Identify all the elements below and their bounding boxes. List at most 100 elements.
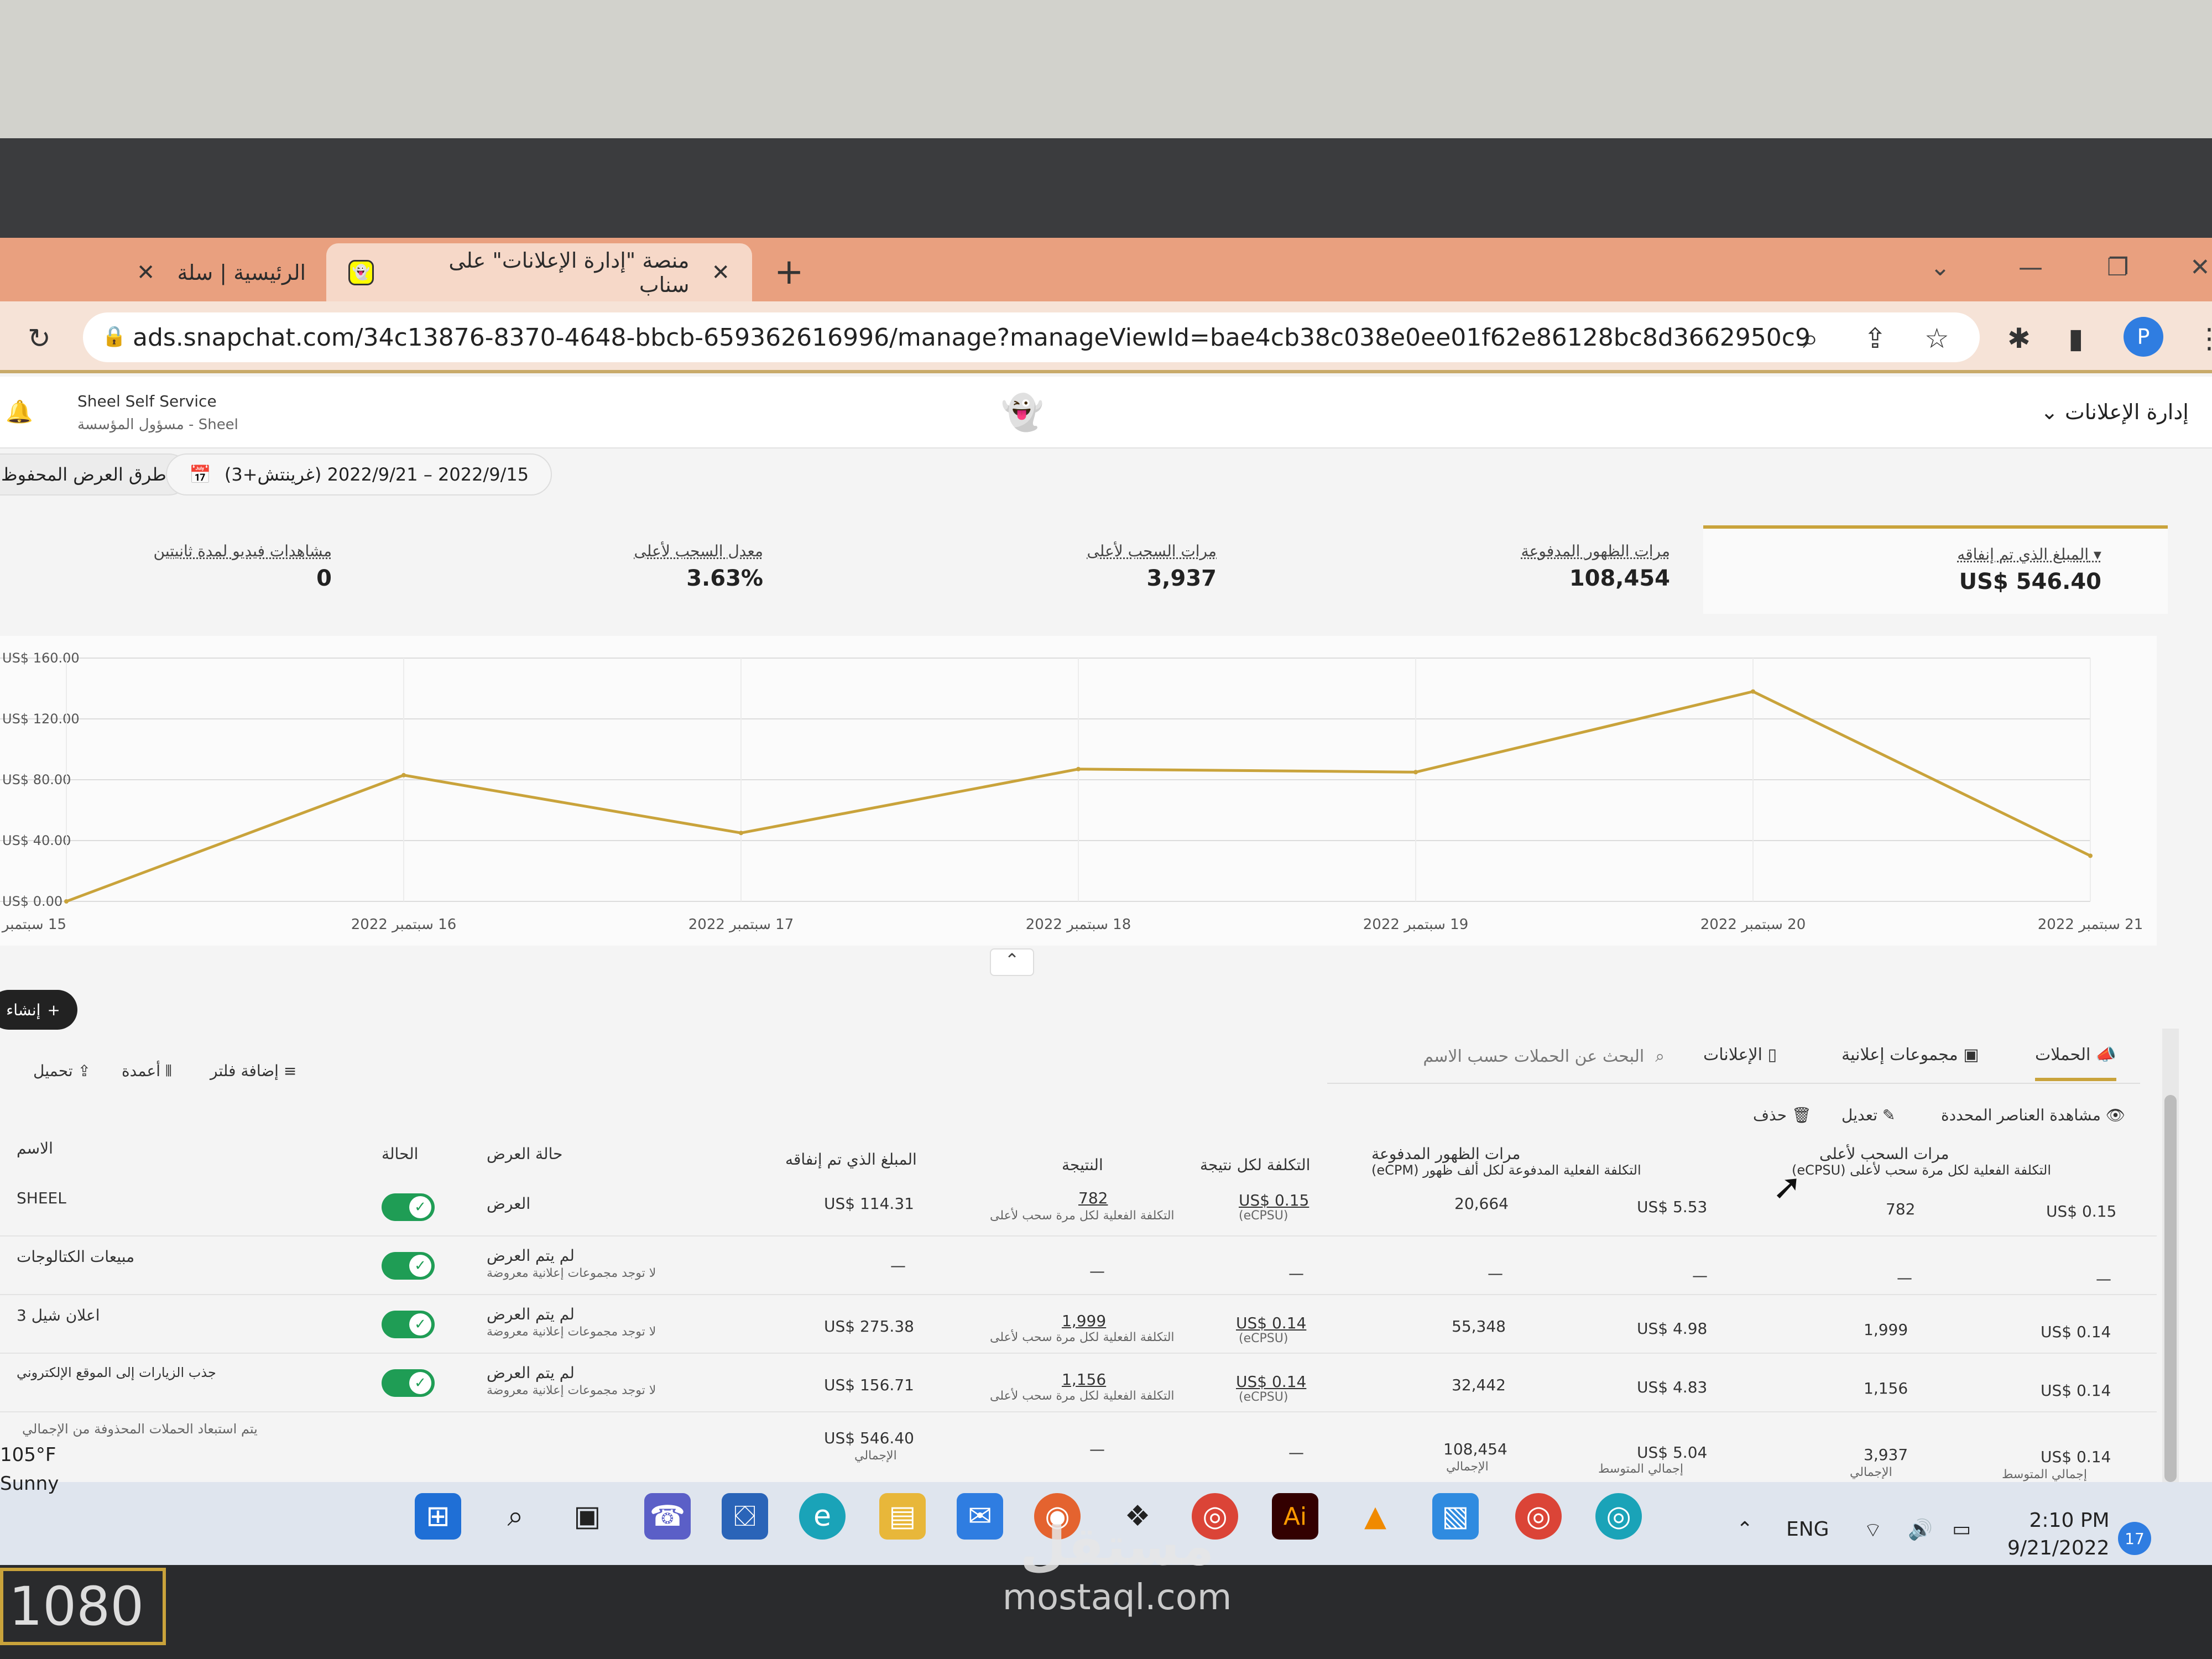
col-ecpm[interactable]: التكلفة الفعلية المدفوعة لكل ألف ظهور (e… xyxy=(1371,1162,1641,1178)
delete-button[interactable]: 🗑 حذف xyxy=(1753,1106,1811,1124)
result-value[interactable]: 1,156 xyxy=(1062,1370,1106,1389)
data-point[interactable] xyxy=(1751,689,1755,694)
data-point[interactable] xyxy=(64,899,69,904)
file-explorer-icon[interactable]: ▤ xyxy=(879,1493,926,1540)
view-selected-button[interactable]: 👁 مشاهدة العناصر المحددة xyxy=(1941,1106,2125,1124)
illustrator-icon[interactable]: Ai xyxy=(1272,1493,1318,1540)
tab-ad-sets[interactable]: ▣ مجموعات إعلانية xyxy=(1841,1045,1979,1065)
data-point[interactable] xyxy=(1076,766,1081,771)
battery-icon[interactable]: ▭ xyxy=(1952,1518,1971,1541)
search-placeholder: البحث عن الحملات حسب الاسم xyxy=(1423,1046,1645,1066)
chrome-active-icon[interactable]: ◎ xyxy=(1595,1493,1642,1540)
new-tab-button[interactable]: + xyxy=(774,252,804,293)
col-impressions[interactable]: مرات الظهور المدفوعة xyxy=(1371,1145,1520,1163)
minimize-icon[interactable]: — xyxy=(2018,253,2043,281)
bookmark-star-icon[interactable]: ☆ xyxy=(1924,322,1949,354)
table-row[interactable]: اعلان شيل 3 لم يتم العرض لا توجد مجموعات… xyxy=(0,1295,2157,1354)
status-toggle[interactable] xyxy=(382,1311,435,1338)
col-status[interactable]: الحالة xyxy=(382,1145,418,1163)
notification-badge[interactable]: 17 xyxy=(2118,1522,2151,1555)
bell-icon[interactable]: 🔔 xyxy=(6,399,33,425)
campaign-name[interactable]: SHEEL xyxy=(17,1189,66,1207)
status-toggle[interactable] xyxy=(382,1252,435,1280)
task-view-icon[interactable]: ▣ xyxy=(564,1493,611,1540)
date-range-picker[interactable]: 📅 2022/9/15 – 2022/9/21 (غرينتش+3) xyxy=(166,453,552,495)
campaign-name[interactable]: اعلان شيل 3 xyxy=(17,1306,100,1324)
delivery-sub: لا توجد مجموعات إعلانية معروضة xyxy=(487,1266,656,1280)
close-window-icon[interactable]: ✕ xyxy=(2190,253,2210,281)
share-icon[interactable]: ⇪ xyxy=(1864,322,1887,354)
store-icon[interactable]: ⛋ xyxy=(722,1493,768,1540)
tab-salla[interactable]: ✕ الرئيسية | سلة xyxy=(122,243,321,301)
reload-icon[interactable]: ↻ xyxy=(28,322,51,354)
campaign-name[interactable]: مبيعات الكتالوجات xyxy=(17,1248,134,1266)
url-field[interactable]: 🔒 ads.snapchat.com/34c13876-8370-4648-bb… xyxy=(83,312,1980,362)
ads-manager-menu[interactable]: إدارة الإعلانات ⌄ xyxy=(2041,400,2189,424)
create-button[interactable]: + إنشاء xyxy=(0,990,77,1030)
stat-video-views[interactable]: مشاهدات فيديو لمدة ثانيتين 0 xyxy=(111,542,332,591)
data-point[interactable] xyxy=(1413,770,1418,775)
columns-button[interactable]: ⫴ أعمدة xyxy=(122,1062,172,1081)
tray-overflow-icon[interactable]: ⌃ xyxy=(1736,1518,1753,1541)
language-indicator[interactable]: ENG xyxy=(1786,1518,1829,1541)
cost-per-result[interactable]: US$ 0.15 xyxy=(1239,1191,1309,1209)
menu-dots-icon[interactable]: ⋮ xyxy=(2195,322,2212,354)
weather-widget[interactable]: 105°F Sunny xyxy=(0,1441,59,1498)
col-swipes[interactable]: مرات السحب لأعلى xyxy=(1819,1145,1949,1163)
volume-icon[interactable]: 🔊 xyxy=(1908,1518,1933,1541)
tab-search-chevron-icon[interactable]: ⌄ xyxy=(1930,253,1950,281)
saved-views-button[interactable]: طرق العرض المحفوظ xyxy=(0,453,190,495)
table-row[interactable]: جذب الزيارات إلى الموقع الإلكتروني لم يت… xyxy=(0,1354,2157,1412)
clock[interactable]: 2:10 PM 9/21/2022 xyxy=(2007,1507,2110,1562)
data-point[interactable] xyxy=(401,773,406,778)
edit-button[interactable]: ✎ تعديل xyxy=(1841,1106,1895,1124)
data-point[interactable] xyxy=(739,831,743,836)
snapchat-logo-icon[interactable]: 👻 xyxy=(1001,392,1044,433)
scrollbar-thumb[interactable] xyxy=(2164,1095,2177,1482)
col-result[interactable]: النتيجة xyxy=(1062,1156,1103,1174)
campaign-name[interactable]: جذب الزيارات إلى الموقع الإلكتروني xyxy=(17,1365,216,1380)
vlc-icon[interactable]: ▲ xyxy=(1352,1493,1399,1540)
cost-per-result[interactable]: US$ 0.14 xyxy=(1236,1314,1306,1332)
teams-chat-icon[interactable]: ☎ xyxy=(644,1493,691,1540)
col-cost-per-result[interactable]: التكلفة لكل نتيجة xyxy=(1200,1156,1310,1174)
status-toggle[interactable] xyxy=(382,1369,435,1397)
col-ecpsu[interactable]: التكلفة الفعلية لكل مرة سحب لأعلى (eCPSU… xyxy=(1792,1162,2051,1178)
table-scrollbar[interactable] xyxy=(2162,1029,2179,1526)
col-spend[interactable]: المبلغ الذي تم إنفاقه xyxy=(785,1150,917,1168)
close-icon[interactable]: ✕ xyxy=(137,260,155,285)
result-value[interactable]: 1,999 xyxy=(1062,1312,1106,1330)
data-point[interactable] xyxy=(2088,853,2093,858)
stat-spend[interactable]: ▾ المبلغ الذي تم إنفاقه US$ 546.40 xyxy=(1703,525,2168,614)
result-value[interactable]: 782 xyxy=(1078,1189,1108,1207)
tab-campaigns[interactable]: 📣 الحملات xyxy=(2035,1045,2117,1081)
stat-swipe-rate[interactable]: معدل السحب لأعلى 3.63% xyxy=(597,542,764,591)
side-panel-icon[interactable]: ▮ xyxy=(2068,322,2084,354)
restore-icon[interactable]: ❐ xyxy=(2107,253,2128,281)
zoom-icon[interactable]: ⌕ xyxy=(1803,322,1818,355)
windows-start-icon[interactable]: ⊞ xyxy=(415,1493,461,1540)
stat-swipe-ups[interactable]: مرات السحب لأعلى 3,937 xyxy=(1051,542,1217,591)
add-filter-button[interactable]: ≡ إضافة فلتر xyxy=(210,1062,296,1080)
account-switcher[interactable]: Sheel Self Service مسؤول المؤسسة - Sheel xyxy=(77,390,238,436)
search-icon[interactable]: ⌕ xyxy=(492,1493,539,1540)
col-name[interactable]: الاسم xyxy=(17,1139,53,1157)
stat-paid-impressions[interactable]: مرات الظهور المدفوعة 108,454 xyxy=(1504,542,1670,591)
edge-icon[interactable]: e xyxy=(799,1493,846,1540)
collapse-chart-button[interactable]: ⌃ xyxy=(990,948,1034,976)
campaign-search-input[interactable]: ⌕ البحث عن الحملات حسب الاسم xyxy=(1355,1034,1665,1078)
table-row[interactable]: SHEEL العرض US$ 114.31 782 التكلفة الفعل… xyxy=(0,1178,2157,1237)
profile-avatar[interactable]: P xyxy=(2124,317,2163,357)
cost-per-result[interactable]: US$ 0.14 xyxy=(1236,1373,1306,1391)
col-delivery[interactable]: حالة العرض xyxy=(487,1145,562,1163)
download-button[interactable]: ⇪ تحميل xyxy=(33,1062,91,1080)
wifi-icon[interactable]: ⌔ xyxy=(1864,1518,1882,1543)
chrome-profile-icon[interactable]: ◎ xyxy=(1515,1493,1562,1540)
tab-ads[interactable]: ▯ الإعلانات xyxy=(1703,1045,1777,1065)
status-toggle[interactable] xyxy=(382,1193,435,1221)
close-icon[interactable]: ✕ xyxy=(711,260,730,285)
photos-icon[interactable]: ▧ xyxy=(1432,1493,1479,1540)
table-row[interactable]: مبيعات الكتالوجات لم يتم العرض لا توجد م… xyxy=(0,1237,2157,1295)
extensions-icon[interactable]: ✱ xyxy=(2007,322,2031,354)
tab-snapchat-ads[interactable]: 👻 منصة "إدارة الإعلانات" على سناب ✕ xyxy=(326,243,752,301)
